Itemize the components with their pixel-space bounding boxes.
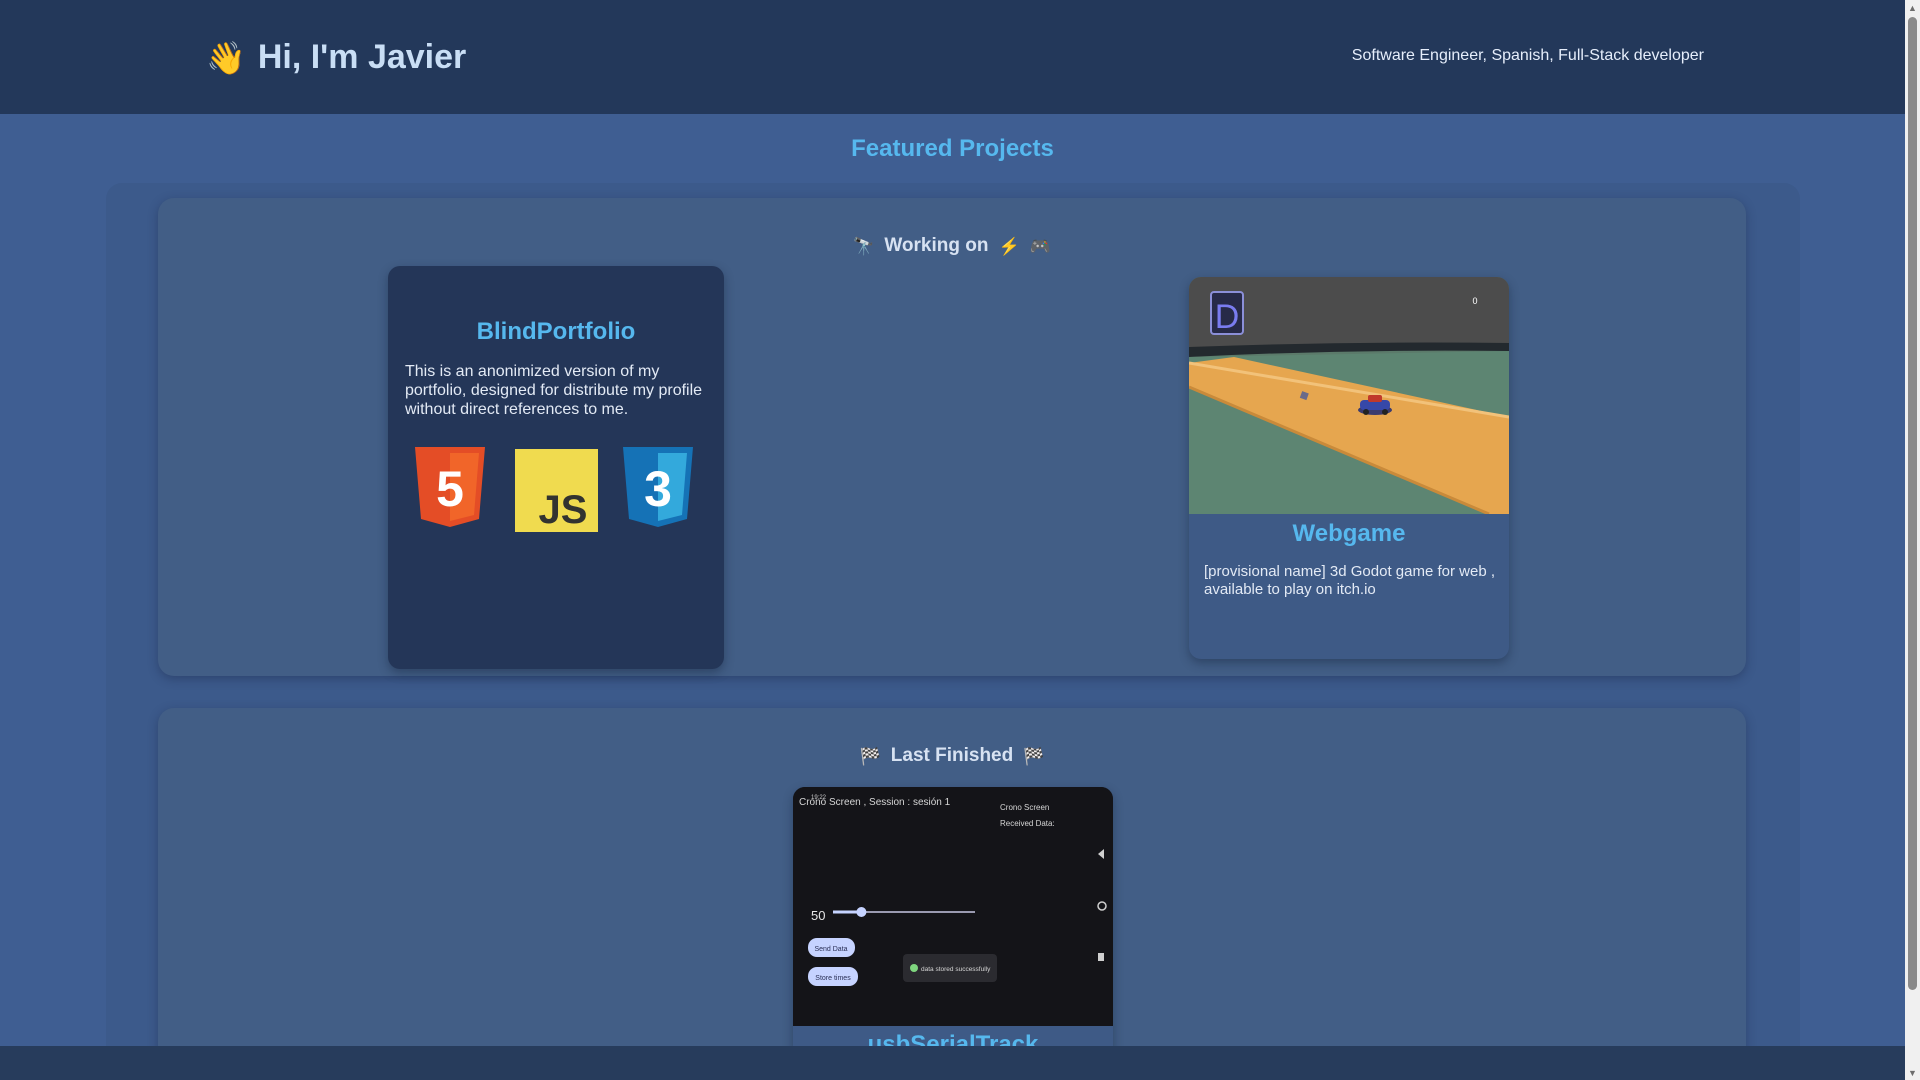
slider-knob[interactable] (856, 907, 867, 917)
store-times-label: Store times (815, 975, 851, 982)
site-header: 👋 Hi, I'm Javier Software Engineer, Span… (0, 0, 1905, 114)
game-hud-counter: 0 (1472, 296, 1477, 306)
project-description: [provisional name] 3d Godot game for web… (1204, 563, 1495, 598)
scrollbar-thumb[interactable] (1908, 17, 1917, 990)
toast-text: data stored successfully (921, 966, 991, 973)
screen-header: Crono Screen , Session : sesión 1 (799, 797, 951, 808)
working-on-label: Working on (884, 235, 989, 256)
webgame-screenshot[interactable]: D 0 (1189, 277, 1509, 514)
html5-number: 5 (436, 461, 464, 517)
game-hud-letter: D (1215, 298, 1240, 336)
css3-number: 3 (644, 461, 672, 517)
telescope-icon: 🔭 (853, 236, 875, 256)
project-card-usbserialtrack[interactable]: 19:22 Crono Screen , Session : sesión 1 … (793, 787, 1113, 1080)
scroll-up-icon[interactable]: ▲ (1905, 0, 1920, 15)
javascript-icon: JS (515, 449, 598, 532)
waving-hand-icon: 👋 (206, 39, 246, 76)
usbserialtrack-screenshot[interactable]: 19:22 Crono Screen , Session : sesión 1 … (793, 787, 1113, 1026)
side-subtitle: Received Data: (1000, 819, 1055, 828)
html5-icon: 5 (415, 447, 485, 527)
checkered-flag-icon: 🏁 (859, 746, 881, 766)
bottom-bar (0, 1046, 1905, 1080)
js-label: JS (539, 488, 588, 532)
scroll-down-icon[interactable]: ▼ (1905, 1065, 1920, 1080)
project-title[interactable]: Webgame (1189, 520, 1509, 548)
send-data-label: Send Data (814, 946, 847, 953)
project-description: This is an anonimized version of my port… (405, 363, 703, 418)
working-on-heading: 🔭 Working on ⚡ 🎮 (158, 235, 1746, 257)
game-controller-icon: 🎮 (1029, 236, 1051, 256)
featured-projects-title: Featured Projects (851, 135, 1054, 162)
page-title: 👋 Hi, I'm Javier (206, 38, 466, 77)
slider-value: 50 (811, 908, 825, 923)
checkered-flag-icon: 🏁 (1023, 746, 1045, 766)
tech-stack: 5 JS 3 (413, 445, 703, 532)
project-card-blindportfolio[interactable]: BlindPortfolio This is an anonimized ver… (388, 266, 724, 669)
greeting-text: Hi, I'm Javier (257, 38, 467, 76)
header-subtitle: Software Engineer, Spanish, Full-Stack d… (1351, 47, 1704, 64)
last-finished-heading: 🏁 Last Finished 🏁 (158, 745, 1746, 767)
last-finished-label: Last Finished (890, 745, 1014, 766)
side-title: Crono Screen (1000, 803, 1049, 812)
css3-icon: 3 (623, 447, 693, 527)
vertical-scrollbar[interactable]: ▲ ▼ (1905, 0, 1920, 1080)
project-title[interactable]: BlindPortfolio (388, 318, 724, 346)
lightning-icon: ⚡ (998, 236, 1020, 256)
project-card-webgame[interactable]: D 0 Webgame [provisional name] 3d Godot … (1189, 277, 1509, 659)
